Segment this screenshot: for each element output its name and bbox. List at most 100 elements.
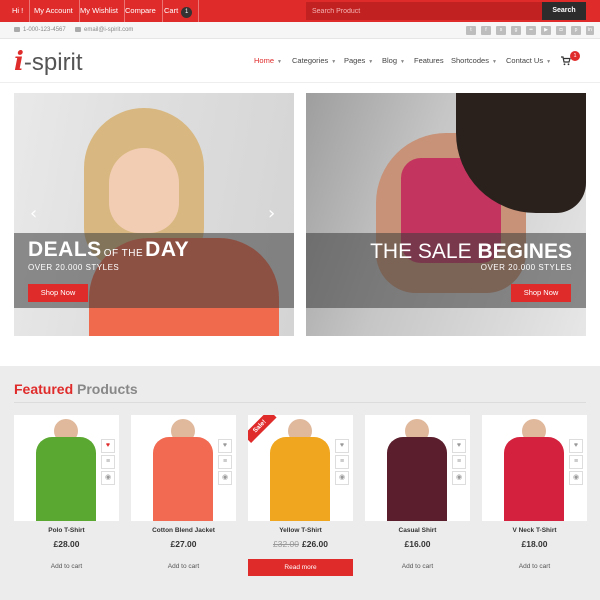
cart-label: Cart	[164, 6, 179, 15]
instagram-icon[interactable]: ◘	[556, 26, 566, 35]
product-name[interactable]: Polo T-Shirt	[14, 527, 119, 534]
nav-categories[interactable]: Categories ▼	[292, 55, 336, 67]
product-card[interactable]: ♥ ≡ ◉	[482, 415, 587, 521]
product-name[interactable]: Cotton Blend Jacket	[131, 527, 236, 534]
deals-banner[interactable]: ‹ › DEALS OF THEDAY OVER 20.000 STYLES Sh…	[14, 93, 294, 336]
model-face	[109, 148, 179, 233]
sale-shop-now-button[interactable]: Shop Now	[511, 284, 571, 302]
cart-link[interactable]: Cart 1	[158, 0, 200, 22]
read-more-button[interactable]: Read more	[248, 559, 353, 576]
hi-link[interactable]: Hi !	[6, 0, 31, 22]
product-image	[153, 437, 213, 521]
phone-icon	[14, 26, 20, 32]
nav-pages-label: Pages	[344, 56, 366, 65]
twitter-icon[interactable]: t	[466, 26, 476, 35]
deals-subtitle: OVER 20.000 STYLES	[28, 263, 120, 272]
quick-view-eye-icon[interactable]: ◉	[218, 471, 232, 485]
product-price: £32.00 £26.00	[248, 539, 353, 549]
add-to-cart-button[interactable]: Add to cart	[131, 563, 236, 570]
sale-overlay: THE SALE BEGINES OVER 20.000 STYLES Shop…	[306, 233, 586, 308]
add-to-cart-button[interactable]: Add to cart	[14, 563, 119, 570]
logo-mark: i	[14, 47, 24, 77]
phone-contact: 1-000-123-4567	[14, 22, 66, 39]
linkedin-icon[interactable]: in	[586, 26, 594, 35]
nav-shortcodes[interactable]: Shortcodes ▼	[451, 55, 497, 67]
add-to-cart-button[interactable]: Add to cart	[365, 563, 470, 570]
product-card[interactable]: ♥ ≡ ◉	[131, 415, 236, 521]
product-card[interactable]: ♥ ≡ ◉	[14, 415, 119, 521]
compare-icon[interactable]: ≡	[569, 455, 583, 469]
youtube-icon[interactable]: ▶	[541, 26, 551, 35]
slider-next-icon[interactable]: ›	[268, 205, 275, 223]
compare-link[interactable]: Compare	[119, 0, 163, 22]
nav-features[interactable]: Features	[414, 55, 444, 67]
quick-view-eye-icon[interactable]: ◉	[569, 471, 583, 485]
top-bar: Hi ! My Account My Wishlist Compare Cart…	[0, 0, 600, 22]
contact-bar: 1-000-123-4567 email@i-spirit.com t f s …	[0, 22, 600, 39]
sale-badge: Sale!	[248, 415, 277, 443]
nav-contact-us[interactable]: Contact Us ▼	[506, 55, 551, 67]
featured-title-gray: Products	[77, 381, 138, 397]
email-icon	[75, 26, 81, 32]
slider-prev-icon[interactable]: ‹	[30, 205, 37, 223]
facebook-icon[interactable]: f	[481, 26, 491, 35]
wishlist-heart-icon[interactable]: ♥	[335, 439, 349, 453]
begines-word: BEGINES	[477, 240, 572, 263]
add-to-cart-button[interactable]: Add to cart	[482, 563, 587, 570]
wishlist-heart-icon[interactable]: ♥	[101, 439, 115, 453]
product-card[interactable]: Sale! ♥ ≡ ◉	[248, 415, 353, 521]
header-divider	[0, 82, 600, 83]
nav-pages[interactable]: Pages ▼	[344, 55, 373, 67]
wishlist-heart-icon[interactable]: ♥	[218, 439, 232, 453]
compare-icon[interactable]: ≡	[335, 455, 349, 469]
nav-home[interactable]: Home ▼	[254, 55, 282, 67]
deals-overlay: DEALS OF THEDAY OVER 20.000 STYLES Shop N…	[14, 233, 294, 308]
featured-divider	[14, 402, 586, 403]
nav-home-label: Home	[254, 56, 275, 65]
the-sale-word: THE SALE	[370, 240, 472, 263]
product-card[interactable]: ♥ ≡ ◉	[365, 415, 470, 521]
skype-icon[interactable]: s	[496, 26, 506, 35]
compare-icon[interactable]: ≡	[101, 455, 115, 469]
product-name[interactable]: Casual Shirt	[365, 527, 470, 534]
product-image	[270, 437, 330, 521]
quick-view-eye-icon[interactable]: ◉	[452, 471, 466, 485]
quick-view-eye-icon[interactable]: ◉	[101, 471, 115, 485]
deals-shop-now-button[interactable]: Shop Now	[28, 284, 88, 302]
chevron-down-icon: ▼	[546, 59, 552, 65]
wishlist-heart-icon[interactable]: ♥	[452, 439, 466, 453]
sale-title: THE SALE BEGINES	[370, 240, 572, 264]
compare-icon[interactable]: ≡	[452, 455, 466, 469]
nav-contact-us-label: Contact Us	[506, 56, 544, 65]
product-actions: ♥ ≡ ◉	[335, 439, 349, 487]
site-logo[interactable]: i-spirit	[14, 47, 83, 77]
quick-view-eye-icon[interactable]: ◉	[335, 471, 349, 485]
deals-word: DEALS	[28, 238, 102, 261]
wishlist-heart-icon[interactable]: ♥	[569, 439, 583, 453]
search-input[interactable]	[306, 2, 542, 20]
my-account-link[interactable]: My Account	[28, 0, 80, 22]
compare-icon[interactable]: ≡	[218, 455, 232, 469]
chevron-down-icon: ▼	[277, 59, 282, 65]
flickr-icon[interactable]: ••	[526, 26, 536, 35]
product-image	[36, 437, 96, 521]
product-price: £28.00	[53, 539, 80, 549]
product-actions: ♥ ≡ ◉	[569, 439, 583, 487]
chevron-down-icon: ▼	[368, 59, 374, 65]
google-plus-icon[interactable]: g	[511, 26, 521, 35]
product-sale-price: £26.00	[302, 539, 328, 549]
nav-categories-label: Categories	[292, 56, 329, 65]
pinterest-icon[interactable]: p	[571, 26, 581, 35]
deals-title: DEALS OF THEDAY	[28, 238, 189, 262]
my-wishlist-link[interactable]: My Wishlist	[74, 0, 125, 22]
sale-banner[interactable]: THE SALE BEGINES OVER 20.000 STYLES Shop…	[306, 93, 586, 336]
product-name[interactable]: Yellow T-Shirt	[248, 527, 353, 534]
phone-text: 1-000-123-4567	[23, 27, 66, 33]
email-contact[interactable]: email@i-spirit.com	[75, 22, 133, 39]
product-name[interactable]: V Neck T-Shirt	[482, 527, 587, 534]
cart-count-badge: 1	[181, 7, 193, 18]
product-image	[504, 437, 564, 521]
nav-blog-label: Blog	[382, 56, 398, 65]
nav-blog[interactable]: Blog ▼	[382, 55, 405, 67]
search-button[interactable]: Search	[542, 2, 586, 20]
